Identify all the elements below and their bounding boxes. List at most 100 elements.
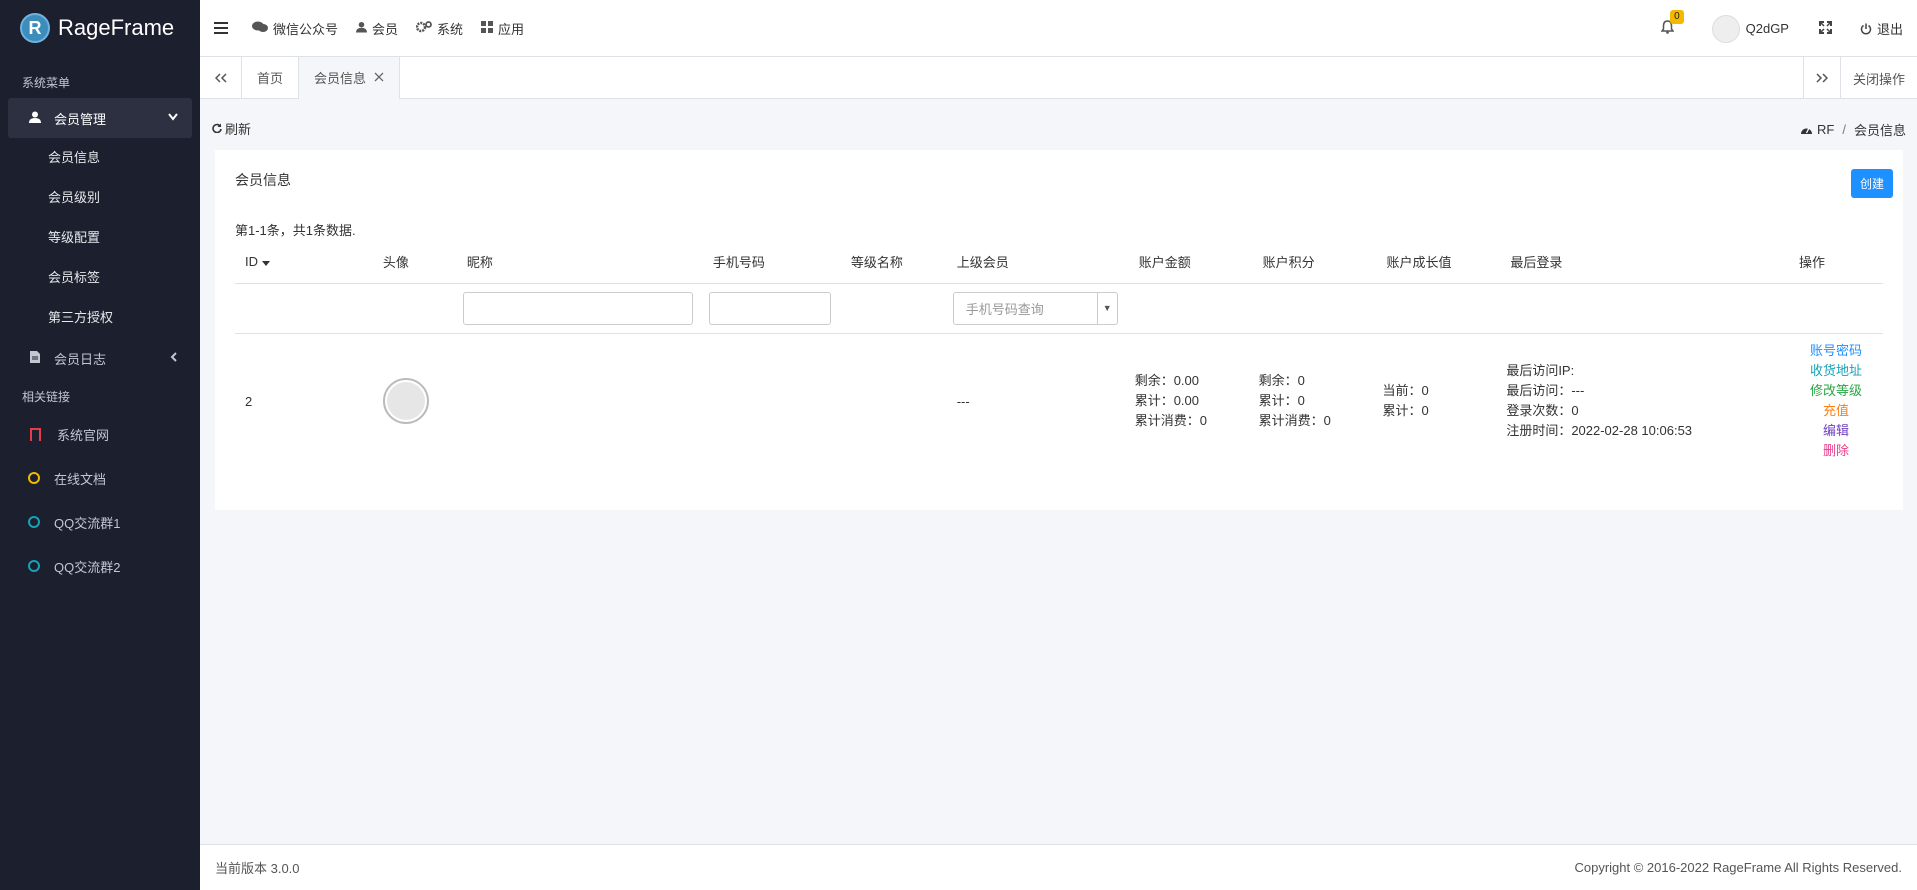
balance-total: 累计：0.00 — [1134, 393, 1199, 409]
breadcrumb-root[interactable]: RF — [1817, 122, 1834, 137]
logout-button[interactable]: 退出 — [1860, 19, 1903, 38]
action-change-level[interactable]: 修改等级 — [1799, 381, 1873, 401]
breadcrumb: RF / 会员信息 — [1800, 120, 1906, 139]
cell-balance: 剩余：0.00 累计：0.00 累计消费：0 — [1129, 333, 1253, 469]
file-icon — [28, 350, 42, 366]
brand-logo: R — [20, 13, 50, 43]
user-icon — [356, 21, 368, 36]
breadcrumb-separator: / — [1842, 122, 1846, 137]
nav-wechat[interactable]: 微信公众号 — [252, 19, 338, 38]
menu-header-links: 相关链接 — [22, 390, 71, 404]
column-header-parent: 上级会员 — [946, 240, 1129, 284]
footer-version: 当前版本 3.0.0 — [215, 861, 300, 876]
sidebar-item-label: 会员日志 — [54, 351, 107, 367]
column-header-points: 账户积分 — [1252, 240, 1377, 284]
parent-mobile-select[interactable]: 手机号码查询 ▼ — [952, 291, 1118, 325]
column-header-actions: 操作 — [1789, 240, 1883, 284]
tab-bar: 首页 会员信息 关闭操作 — [200, 56, 1917, 99]
table-header-row: ID 头像 昵称 手机号码 等级名称 上级会员 账户金额 账户积分 账户成长值 … — [235, 240, 1883, 284]
refresh-label: 刷新 — [225, 121, 252, 137]
tab-controls: 关闭操作 — [1802, 57, 1917, 99]
sidebar-subitem-member-level[interactable]: 会员级别 — [0, 178, 200, 218]
points-consumed: 累计消费：0 — [1258, 413, 1331, 429]
sort-desc-icon — [261, 260, 270, 266]
dashboard-icon — [1801, 127, 1813, 134]
balance-consumed: 累计消费：0 — [1134, 413, 1207, 429]
nickname-filter-input[interactable] — [462, 291, 693, 325]
power-icon — [1860, 23, 1872, 34]
column-header-level: 等级名称 — [840, 240, 947, 284]
growth-total: 累计：0 — [1382, 403, 1429, 419]
double-chevron-left-icon — [214, 72, 227, 83]
column-label: ID — [245, 253, 258, 269]
growth-current: 当前：0 — [1382, 383, 1429, 399]
sidebar-link-label: QQ交流群2 — [54, 559, 121, 575]
close-icon[interactable] — [374, 70, 384, 85]
sidebar-item-label: 会员管理 — [54, 111, 107, 127]
nav-system[interactable]: 系统 — [415, 19, 463, 38]
avatar[interactable] — [1711, 14, 1740, 43]
fullscreen-button[interactable] — [1818, 20, 1832, 37]
breadcrumb-current: 会员信息 — [1853, 123, 1906, 138]
tab-scroll-left-button[interactable] — [200, 56, 242, 99]
tab-home[interactable]: 首页 — [242, 56, 300, 99]
cell-last-login: 最后访问IP: 最后访问：--- 登录次数：0 注册时间：2022-02-28 … — [1500, 333, 1789, 469]
caret-down-icon: ▼ — [1096, 292, 1117, 324]
login-count: 登录次数：0 — [1506, 403, 1579, 419]
select-placeholder: 手机号码查询 — [965, 301, 1044, 317]
menu-toggle-button[interactable] — [214, 22, 228, 34]
sidebar: R RageFrame 系统菜单 会员管理 会员信息 会员级别 等级配置 会员标… — [0, 0, 200, 890]
register-time: 注册时间：2022-02-28 10:06:53 — [1506, 423, 1693, 439]
tab-member-info[interactable]: 会员信息 — [299, 56, 401, 99]
sidebar-subitem-member-info[interactable]: 会员信息 — [0, 138, 200, 178]
nav-member[interactable]: 会员 — [356, 19, 398, 38]
balance-remaining: 剩余：0.00 — [1134, 373, 1199, 389]
menu-header-system: 系统菜单 — [22, 76, 71, 90]
action-recharge[interactable]: 充值 — [1799, 401, 1873, 421]
column-header-avatar: 头像 — [372, 240, 457, 284]
footer: 当前版本 3.0.0 Copyright © 2016-2022 RageFra… — [200, 844, 1917, 890]
sidebar-item-member-log[interactable]: 会员日志 — [0, 338, 200, 378]
action-account-password[interactable]: 账号密码 — [1799, 341, 1873, 361]
sidebar-subitem-member-tags[interactable]: 会员标签 — [0, 258, 200, 298]
member-info-card: 会员信息 创建 第1-1条，共1条数据. ID 头像 昵称 手机号码 等级名称 … — [215, 150, 1903, 510]
sidebar-subitem-third-party-auth[interactable]: 第三方授权 — [0, 298, 200, 338]
notification-button[interactable]: 0 — [1660, 9, 1684, 38]
grid-icon — [481, 20, 494, 36]
sidebar-link-official-site[interactable]: 系统官网 — [0, 412, 200, 456]
action-edit[interactable]: 编辑 — [1799, 421, 1873, 441]
chevron-down-icon — [168, 112, 178, 124]
last-ip: 最后访问IP: — [1506, 363, 1575, 379]
refresh-icon — [212, 123, 222, 133]
chevron-left-icon — [170, 351, 178, 365]
tab-scroll-right-button[interactable] — [1802, 57, 1840, 99]
action-shipping-address[interactable]: 收货地址 — [1799, 361, 1873, 381]
mobile-filter-input[interactable] — [708, 291, 831, 325]
column-header-mobile: 手机号码 — [702, 240, 841, 284]
brand-name: RageFrame — [58, 15, 175, 40]
sidebar-link-docs[interactable]: 在线文档 — [0, 456, 200, 500]
refresh-button[interactable]: 刷新 — [212, 117, 251, 139]
close-operations-button[interactable]: 关闭操作 — [1839, 57, 1917, 99]
column-header-growth: 账户成长值 — [1376, 240, 1501, 284]
cell-growth: 当前：0 累计：0 — [1376, 333, 1500, 469]
column-header-id[interactable]: ID — [235, 240, 373, 284]
logout-label: 退出 — [1876, 22, 1903, 37]
column-header-last-login: 最后登录 — [1500, 240, 1789, 284]
action-delete[interactable]: 删除 — [1799, 441, 1873, 461]
cell-mobile — [703, 333, 841, 469]
sidebar-subitem-level-config[interactable]: 等级配置 — [0, 218, 200, 258]
column-header-balance: 账户金额 — [1128, 240, 1253, 284]
brand[interactable]: R RageFrame — [0, 0, 200, 56]
sidebar-link-qq-group-2[interactable]: QQ交流群2 — [0, 544, 200, 588]
nav-apps[interactable]: 应用 — [481, 19, 524, 38]
sidebar-item-member-management[interactable]: 会员管理 — [8, 98, 192, 138]
column-header-nickname: 昵称 — [456, 240, 703, 284]
sidebar-link-qq-group-1[interactable]: QQ交流群1 — [0, 500, 200, 544]
table-row: 2 --- 剩余：0.00 累计：0.00 累计消费：0 剩余：0 累计：0 累… — [235, 333, 1883, 469]
content-header: 刷新 RF / 会员信息 — [212, 117, 1906, 139]
create-button[interactable]: 创建 — [1850, 169, 1893, 198]
cell-parent: --- — [956, 393, 970, 409]
username[interactable]: Q2dGP — [1746, 21, 1789, 36]
footer-copyright: Copyright © 2016-2022 RageFrame All Righ… — [1574, 860, 1902, 875]
